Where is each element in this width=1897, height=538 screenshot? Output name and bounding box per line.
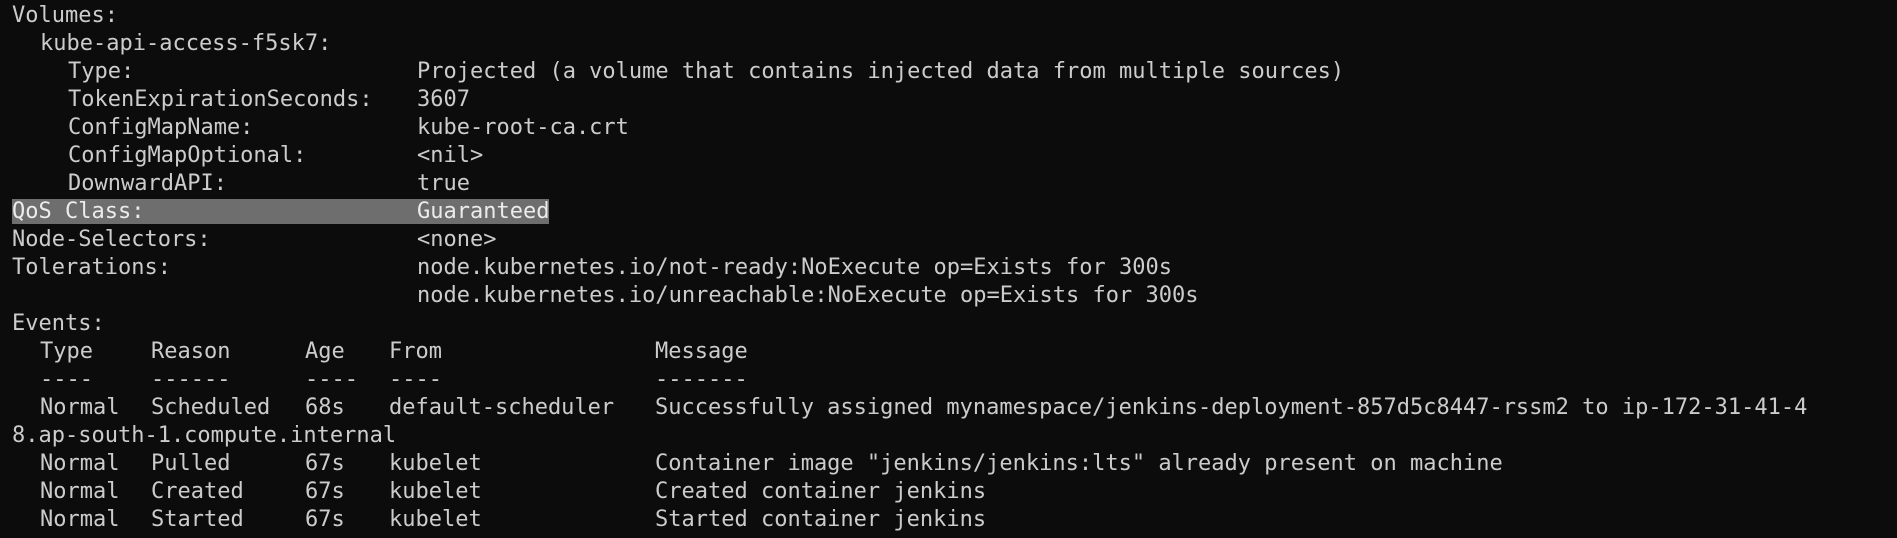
volume-name-text: kube-api-access-f5sk7: bbox=[40, 31, 332, 56]
event-reason: Pulled bbox=[151, 451, 231, 476]
dash-age: ---- bbox=[305, 367, 358, 392]
toleration-value: node.kubernetes.io/not-ready:NoExecute o… bbox=[417, 255, 1172, 280]
event-from: kubelet bbox=[389, 479, 482, 504]
event-age: 67s bbox=[305, 451, 345, 476]
volume-field-type: Type: Projected (a volume that contains i… bbox=[12, 58, 1897, 86]
event-row: Normal Created 67s kubelet Created container… bbox=[12, 478, 1897, 506]
dash-message: ------- bbox=[655, 367, 748, 392]
event-message-wrap: 8.ap-south-1.compute.internal bbox=[12, 423, 397, 448]
events-heading-text: Events: bbox=[12, 311, 105, 336]
volume-field-configmap-optional: ConfigMapOptional: <nil> bbox=[12, 142, 1897, 170]
volume-field-token-expiration: TokenExpirationSeconds: 3607 bbox=[12, 86, 1897, 114]
toleration-value: node.kubernetes.io/unreachable:NoExecute… bbox=[417, 283, 1199, 308]
event-type: Normal bbox=[40, 395, 120, 420]
event-reason: Started bbox=[151, 507, 244, 532]
event-type: Normal bbox=[40, 507, 120, 532]
volume-field-value: Projected (a volume that contains inject… bbox=[417, 59, 1345, 84]
volume-field-value: kube-root-ca.crt bbox=[417, 115, 629, 140]
qos-class-label: QoS Class: bbox=[12, 199, 145, 224]
tolerations-label: Tolerations: bbox=[12, 255, 171, 280]
tolerations-line-2: node.kubernetes.io/unreachable:NoExecute… bbox=[12, 282, 1897, 310]
dash-reason: ------ bbox=[151, 367, 231, 392]
event-message: Successfully assigned mynamespace/jenkin… bbox=[655, 395, 1808, 420]
event-from: default-scheduler bbox=[389, 395, 615, 420]
column-header-type: Type bbox=[40, 339, 93, 364]
volume-name: kube-api-access-f5sk7: bbox=[12, 30, 1897, 58]
event-message: Started container jenkins bbox=[655, 507, 987, 532]
node-selectors-line: Node-Selectors: <none> bbox=[12, 226, 1897, 254]
event-row: Normal Started 67s kubelet Started container… bbox=[12, 506, 1897, 534]
event-from: kubelet bbox=[389, 451, 482, 476]
selected-text[interactable]: QoS Class: Guaranteed bbox=[12, 199, 550, 224]
volume-field-value: 3607 bbox=[417, 87, 470, 112]
tolerations-line: Tolerations: node.kubernetes.io/not-ready… bbox=[12, 254, 1897, 282]
event-message: Container image "jenkins/jenkins:lts" al… bbox=[655, 451, 1503, 476]
event-age: 68s bbox=[305, 395, 345, 420]
dash-from: ---- bbox=[389, 367, 442, 392]
volume-field-label: ConfigMapOptional: bbox=[68, 143, 307, 168]
event-row: Normal Pulled 67s kubelet Container image "j… bbox=[12, 450, 1897, 478]
volume-field-value: true bbox=[417, 171, 470, 196]
volumes-heading-text: Volumes: bbox=[12, 3, 118, 28]
event-row-wrap: 8.ap-south-1.compute.internal bbox=[12, 422, 1897, 450]
volume-field-configmap-name: ConfigMapName: kube-root-ca.crt bbox=[12, 114, 1897, 142]
event-message: Created container jenkins bbox=[655, 479, 987, 504]
events-column-dashes: ---- ------ ---- ---- ------- bbox=[12, 366, 1897, 394]
volumes-heading: Volumes: bbox=[12, 2, 1897, 30]
event-reason: Created bbox=[151, 479, 244, 504]
volume-field-label: TokenExpirationSeconds: bbox=[68, 87, 373, 112]
event-row: Normal Scheduled 68s default-scheduler Succe… bbox=[12, 394, 1897, 422]
event-type: Normal bbox=[40, 479, 120, 504]
event-type: Normal bbox=[40, 451, 120, 476]
terminal-output[interactable]: Volumes: kube-api-access-f5sk7: Type: Pro… bbox=[0, 0, 1897, 538]
qos-class-line[interactable]: QoS Class: Guaranteed bbox=[12, 198, 1897, 226]
column-header-age: Age bbox=[305, 339, 345, 364]
column-header-from: From bbox=[389, 339, 442, 364]
event-from: kubelet bbox=[389, 507, 482, 532]
node-selectors-value: <none> bbox=[417, 227, 497, 252]
event-age: 67s bbox=[305, 507, 345, 532]
volume-field-label: ConfigMapName: bbox=[68, 115, 254, 140]
volume-field-label: DownwardAPI: bbox=[68, 171, 227, 196]
event-reason: Scheduled bbox=[151, 395, 271, 420]
events-column-headers: Type Reason Age From Message bbox=[12, 338, 1897, 366]
volume-field-value: <nil> bbox=[417, 143, 484, 168]
event-age: 67s bbox=[305, 479, 345, 504]
column-header-reason: Reason bbox=[151, 339, 231, 364]
qos-class-value: Guaranteed bbox=[417, 199, 550, 224]
node-selectors-label: Node-Selectors: bbox=[12, 227, 211, 252]
dash-type: ---- bbox=[40, 367, 93, 392]
volume-field-downward-api: DownwardAPI: true bbox=[12, 170, 1897, 198]
volume-field-label: Type: bbox=[68, 59, 135, 84]
column-header-message: Message bbox=[655, 339, 748, 364]
events-heading: Events: bbox=[12, 310, 1897, 338]
